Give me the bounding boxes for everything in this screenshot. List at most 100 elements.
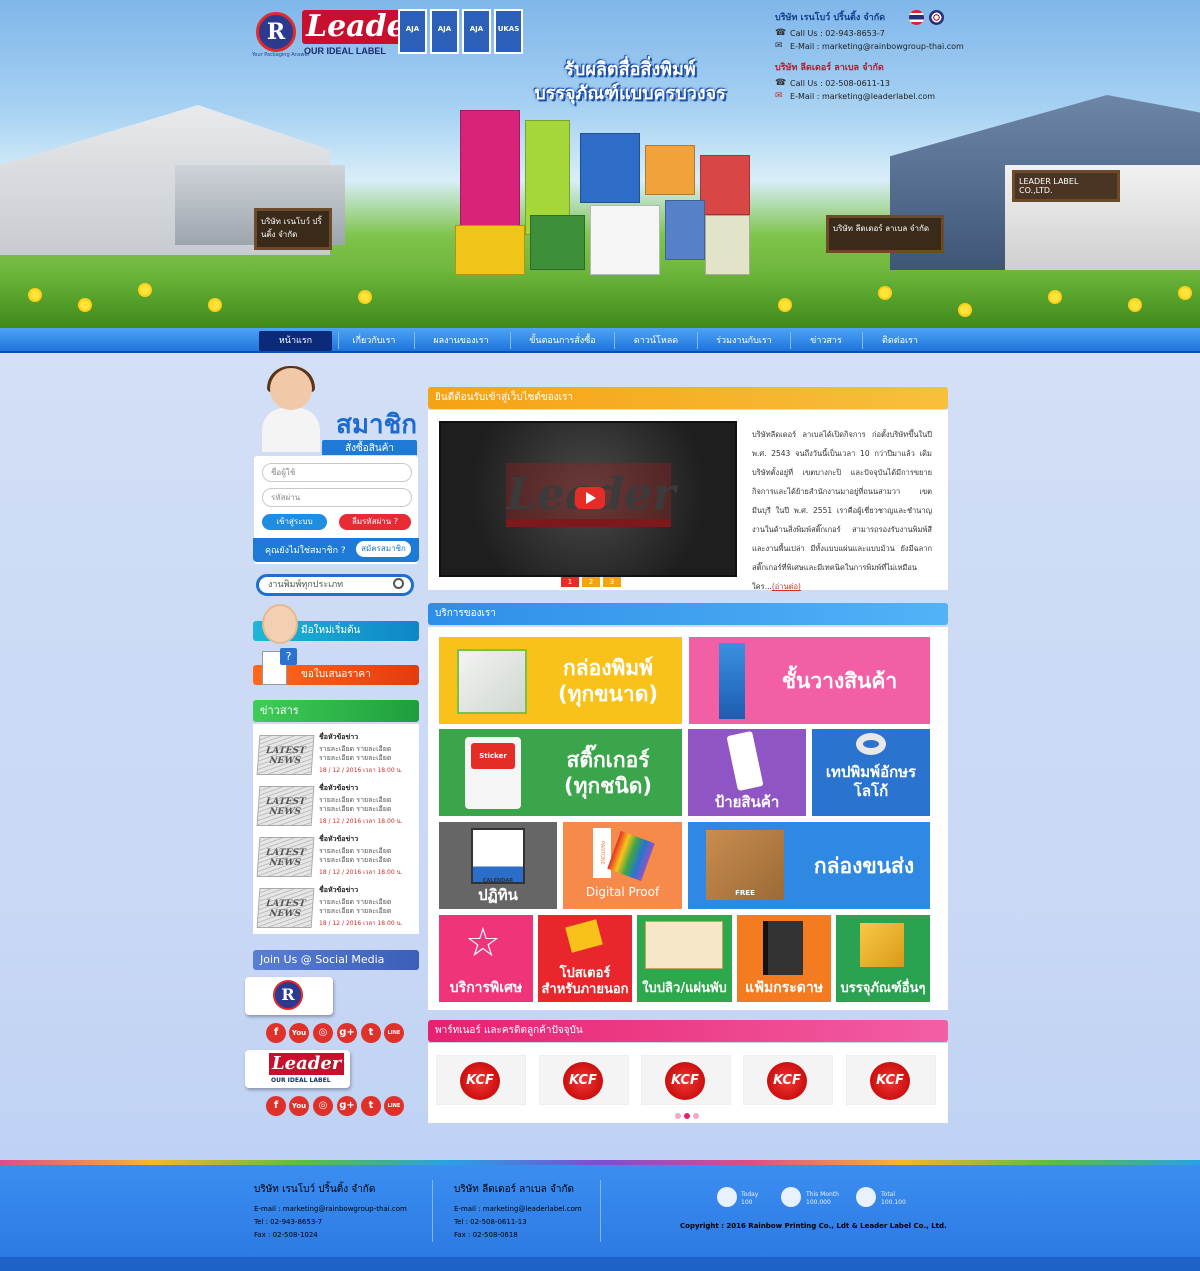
- nav-about[interactable]: เกี่ยวกับเรา: [340, 331, 408, 351]
- instagram-icon[interactable]: ◎: [313, 1023, 333, 1043]
- youtube-icon[interactable]: You: [289, 1096, 309, 1116]
- news-item[interactable]: LATEST NEWS ชื่อหัวข้อข่าว รายละเอียด รา…: [256, 783, 414, 829]
- googleplus-icon[interactable]: g+: [337, 1096, 357, 1116]
- uk-flag-icon[interactable]: [929, 10, 944, 25]
- tile-sticker[interactable]: Sticker สติ๊กเกอร์ (ทุกชนิด): [439, 729, 682, 816]
- facebook-icon[interactable]: f: [266, 1096, 286, 1116]
- tile-shipping-box[interactable]: FREE กล่องขนส่ง: [688, 822, 930, 909]
- partner-slide-dot[interactable]: [675, 1113, 681, 1119]
- box-icon: [457, 649, 527, 714]
- partner-logo[interactable]: KCF: [743, 1055, 833, 1105]
- partner-slide-dot[interactable]: [693, 1113, 699, 1119]
- tile-label: Digital Proof: [585, 885, 660, 899]
- news-detail: รายละเอียด รายละเอียด: [319, 856, 392, 864]
- tile-outdoor-poster[interactable]: โปสเตอร์ สำหรับภายนอก: [538, 915, 632, 1002]
- cert-badge-1: AJA: [398, 9, 427, 54]
- thai-flag-icon[interactable]: [909, 10, 924, 25]
- nav-portfolio[interactable]: ผลงานของเรา: [418, 331, 504, 351]
- sticker-icon-tag: Sticker: [471, 743, 515, 769]
- news-thumbnail: LATEST NEWS: [256, 888, 315, 928]
- leader-social-logo[interactable]: Leader OUR IDEAL LABEL: [245, 1050, 350, 1088]
- rainbow-social-logo[interactable]: R: [245, 977, 333, 1015]
- password-input[interactable]: รหัสผ่าน: [262, 488, 412, 507]
- instagram-icon[interactable]: ◎: [313, 1096, 333, 1116]
- nav-download[interactable]: ดาวน์โหลด: [620, 331, 692, 351]
- twitter-icon[interactable]: t: [361, 1023, 381, 1043]
- tile-label-2: โลโก้: [853, 781, 889, 800]
- tile-label-2: (ทุกขนาด): [558, 681, 658, 706]
- tile-printed-tape[interactable]: เทปพิมพ์อักษร โลโก้: [812, 729, 930, 816]
- googleplus-icon[interactable]: g+: [337, 1023, 357, 1043]
- news-detail: รายละเอียด รายละเอียด: [319, 805, 392, 813]
- tile-label: กล่องขนส่ง: [813, 853, 915, 878]
- rainbow-logo[interactable]: R: [256, 12, 296, 52]
- tile-label: ชั้นวางสินค้า: [781, 668, 898, 693]
- welcome-heading: ยินดีต้อนรับเข้าสู่เว็บไซต์ของเรา: [428, 387, 948, 409]
- partner-slide-dot-active[interactable]: [684, 1113, 690, 1119]
- flyer-icon: [645, 921, 723, 969]
- news-item[interactable]: LATEST NEWS ชื่อหัวข้อข่าว รายละเอียด รา…: [256, 885, 414, 931]
- tile-digital-proof[interactable]: PANTONE Digital Proof: [563, 822, 682, 909]
- leader-logo-tagline: OUR IDEAL LABEL: [304, 46, 386, 56]
- partner-logo[interactable]: KCF: [846, 1055, 936, 1105]
- news-item[interactable]: LATEST NEWS ชื่อหัวข้อข่าว รายละเอียด รา…: [256, 732, 414, 778]
- calendar-icon-text: CALENDAR: [482, 878, 514, 884]
- tile-paper-folder[interactable]: แฟ้มกระดาษ: [737, 915, 831, 1002]
- nav-careers[interactable]: ร่วมงานกับเรา: [702, 331, 786, 351]
- header-contact: บริษัท เรนโบว์ ปริ้นติ้ง จำกัด ☎ Call Us …: [775, 10, 975, 104]
- tile-label: บริการพิเศษ: [449, 980, 523, 996]
- copyright: Copyright : 2016 Rainbow Printing Co., L…: [680, 1222, 947, 1230]
- register-button[interactable]: สมัครสมาชิก: [356, 541, 411, 557]
- tile-other-packaging[interactable]: บรรจุภัณฑ์อื่นๆ: [836, 915, 930, 1002]
- line-icon[interactable]: LINE: [384, 1023, 404, 1043]
- youtube-icon[interactable]: You: [289, 1023, 309, 1043]
- tile-printed-box[interactable]: กล่องพิมพ์ (ทุกขนาด): [439, 637, 682, 724]
- news-title[interactable]: ชื่อหัวข้อข่าว: [319, 783, 358, 794]
- header-banner: บริษัท เรนโบว์ ปริ้นติ้ง จำกัด บริษัท ลี…: [0, 0, 1200, 328]
- news-title[interactable]: ชื่อหัวข้อข่าว: [319, 732, 358, 743]
- news-item[interactable]: LATEST NEWS ชื่อหัวข้อข่าว รายละเอียด รา…: [256, 834, 414, 880]
- partner-logo[interactable]: KCF: [641, 1055, 731, 1105]
- read-more-link[interactable]: (อ่านต่อ): [772, 582, 801, 591]
- search-icon[interactable]: [393, 578, 404, 589]
- users-icon: [781, 1187, 801, 1207]
- search-input[interactable]: งานพิมพ์ทุกประเภท: [256, 574, 414, 596]
- play-icon[interactable]: [575, 487, 605, 509]
- slide-dot-3[interactable]: 3: [603, 577, 621, 587]
- star-icon: ☆: [465, 920, 501, 966]
- partner-logo[interactable]: KCF: [436, 1055, 526, 1105]
- display-stand-icon: [719, 643, 745, 719]
- nav-contact[interactable]: ติดต่อเรา: [866, 331, 934, 351]
- tile-special-service[interactable]: ☆ บริการพิเศษ: [439, 915, 533, 1002]
- line-icon[interactable]: LINE: [384, 1096, 404, 1116]
- tile-flyer[interactable]: ใบปลิว/แผ่นพับ: [637, 915, 732, 1002]
- contact-email-1[interactable]: E-Mail : marketing@rainbowgroup-thai.com: [790, 42, 964, 51]
- username-input[interactable]: ชื่อผู้ใช้: [262, 463, 412, 482]
- contact-email-2[interactable]: E-Mail : marketing@leaderlabel.com: [790, 92, 935, 101]
- login-button[interactable]: เข้าสู่ระบบ: [262, 514, 327, 530]
- slide-dot-1[interactable]: 1: [561, 577, 579, 587]
- partner-logo[interactable]: KCF: [539, 1055, 629, 1105]
- pantone-icon: PANTONE: [593, 828, 611, 878]
- slide-dot-2[interactable]: 2: [582, 577, 600, 587]
- tile-product-tag[interactable]: ป้ายสินค้า: [688, 729, 806, 816]
- footer-email-2[interactable]: E-mail : marketing@leaderlabel.com: [454, 1205, 582, 1213]
- nav-news[interactable]: ข่าวสาร: [795, 331, 857, 351]
- tile-label: ป้ายสินค้า: [714, 793, 780, 811]
- news-title[interactable]: ชื่อหัวข้อข่าว: [319, 885, 358, 896]
- footer-email-1[interactable]: E-mail : marketing@rainbowgroup-thai.com: [254, 1205, 407, 1213]
- question-icon: ?: [280, 648, 297, 665]
- twitter-icon[interactable]: t: [361, 1096, 381, 1116]
- tile-calendar[interactable]: CALENDAR ปฏิทิน: [439, 822, 557, 909]
- facebook-icon[interactable]: f: [266, 1023, 286, 1043]
- news-title[interactable]: ชื่อหัวข้อข่าว: [319, 834, 358, 845]
- social-heading: Join Us @ Social Media: [253, 950, 419, 970]
- tile-display-stand[interactable]: ชั้นวางสินค้า: [689, 637, 930, 724]
- sign-rainbow: บริษัท เรนโบว์ ปริ้นติ้ง จำกัด: [254, 208, 332, 250]
- nav-home[interactable]: หน้าแรก: [259, 331, 332, 351]
- slogan-line-2: บรรจุภัณฑ์แบบครบวงจร: [534, 83, 726, 104]
- calendar-icon: CALENDAR: [471, 828, 525, 884]
- nav-order-steps[interactable]: ขั้นตอนการสั่งซื้อ: [515, 331, 610, 351]
- footer-tel-2: Tel : 02-508-0611-13: [454, 1218, 527, 1226]
- forgot-password-button[interactable]: ลืมรหัสผ่าน ?: [339, 514, 411, 530]
